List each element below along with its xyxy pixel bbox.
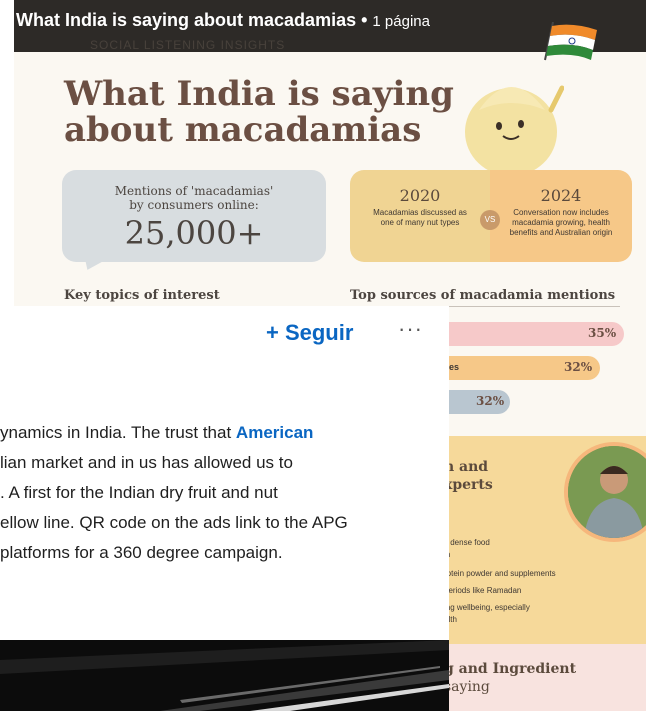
linkedin-post-card: + Seguir ··· ynamics in India. The trust… [0,306,449,640]
post-text-fragment: ynamics in India. The trust that [0,423,236,442]
ingredient-heading-line-2: saying [444,679,490,695]
post-media-image[interactable] [0,640,449,711]
comparison-right-line-2: macadamia growing, health [512,218,610,227]
experts-item: ing wellbeing, especially [444,603,530,612]
source-bar: 35% [424,322,624,346]
experts-item: y dense food [444,538,490,547]
macadamia-mascot-icon [465,85,564,176]
infographic-kicker: SOCIAL LISTENING INSIGHTS [90,38,286,52]
vs-badge: VS [480,210,500,230]
mentions-callout: Mentions of 'macadamias' by consumers on… [62,170,326,262]
sources-heading: Top sources of macadamia mentions [350,288,616,303]
person-icon [568,446,646,538]
comparison-year-right: 2024 [540,186,582,205]
post-text-line: ellow line. QR code on the ads link to t… [0,513,348,532]
experts-item: rotein powder and supplements [444,569,556,578]
mentions-label-line-1: Mentions of 'macadamias' [114,184,274,198]
source-bar-value: 32% [476,394,505,408]
comparison-year-left: 2020 [399,186,441,205]
comparison-left-line-1: Macadamias discussed as [373,208,467,217]
experts-heading-line-1: n and [444,459,489,475]
title-separator: • [356,10,373,30]
ingredient-heading: g and Ingredient saying [444,660,576,696]
page-count: 1 página [372,13,430,30]
comparison-2024: 2024 Conversation now includes macadamia… [490,170,632,262]
infographic-headline: What India is saying about macadamias [64,76,454,148]
post-text: ynamics in India. The trust that America… [0,418,440,568]
experts-heading-line-2: xperts [444,477,493,493]
india-flag-icon [544,22,597,61]
document-title-text: What India is saying about macadamias [16,10,357,30]
ingredient-heading-line-1: g and Ingredient [444,661,577,677]
source-bar-value: 35% [588,326,617,340]
headline-line-1: What India is saying [64,74,454,114]
expert-avatar [564,442,646,542]
mentions-label: Mentions of 'macadamias' by consumers on… [62,184,326,212]
comparison-text-left: Macadamias discussed as one of many nut … [350,208,490,228]
comparison-right-line-1: Conversation now includes [513,208,609,217]
year-comparison: 2020 Macadamias discussed as one of many… [350,170,632,262]
experts-item: periods like Ramadan [444,586,522,595]
headline-line-2: about macadamias [64,110,422,150]
company-mention-link[interactable]: American [236,423,313,442]
experts-panel: n and xperts y dense food in rotein powd… [434,436,646,644]
light-streak-image [0,640,449,711]
post-text-line: . A first for the Indian dry fruit and n… [0,483,278,502]
mentions-value: 25,000+ [124,214,264,252]
post-text-line: platforms for a 360 degree campaign. [0,543,283,562]
topics-heading: Key topics of interest [64,288,220,303]
comparison-2020: 2020 Macadamias discussed as one of many… [350,170,490,262]
document-title[interactable]: What India is saying about macadamias • … [16,10,430,31]
post-text-line: ynamics in India. The trust that America… [0,418,440,448]
mentions-label-line-2: by consumers online: [129,198,259,212]
experts-heading: n and xperts [444,458,493,494]
post-text-line: lian market and in us has allowed us to [0,453,293,472]
follow-button[interactable]: + Seguir [266,320,353,346]
ingredient-panel: g and Ingredient saying [434,644,646,711]
comparison-left-line-2: one of many nut types [380,218,460,227]
more-options-icon[interactable]: ··· [398,316,423,342]
comparison-text-right: Conversation now includes macadamia grow… [490,208,632,238]
source-bar: tes 32% [424,356,600,380]
comparison-right-line-3: benefits and Australian origin [509,228,613,237]
source-bar-value: 32% [564,360,593,374]
